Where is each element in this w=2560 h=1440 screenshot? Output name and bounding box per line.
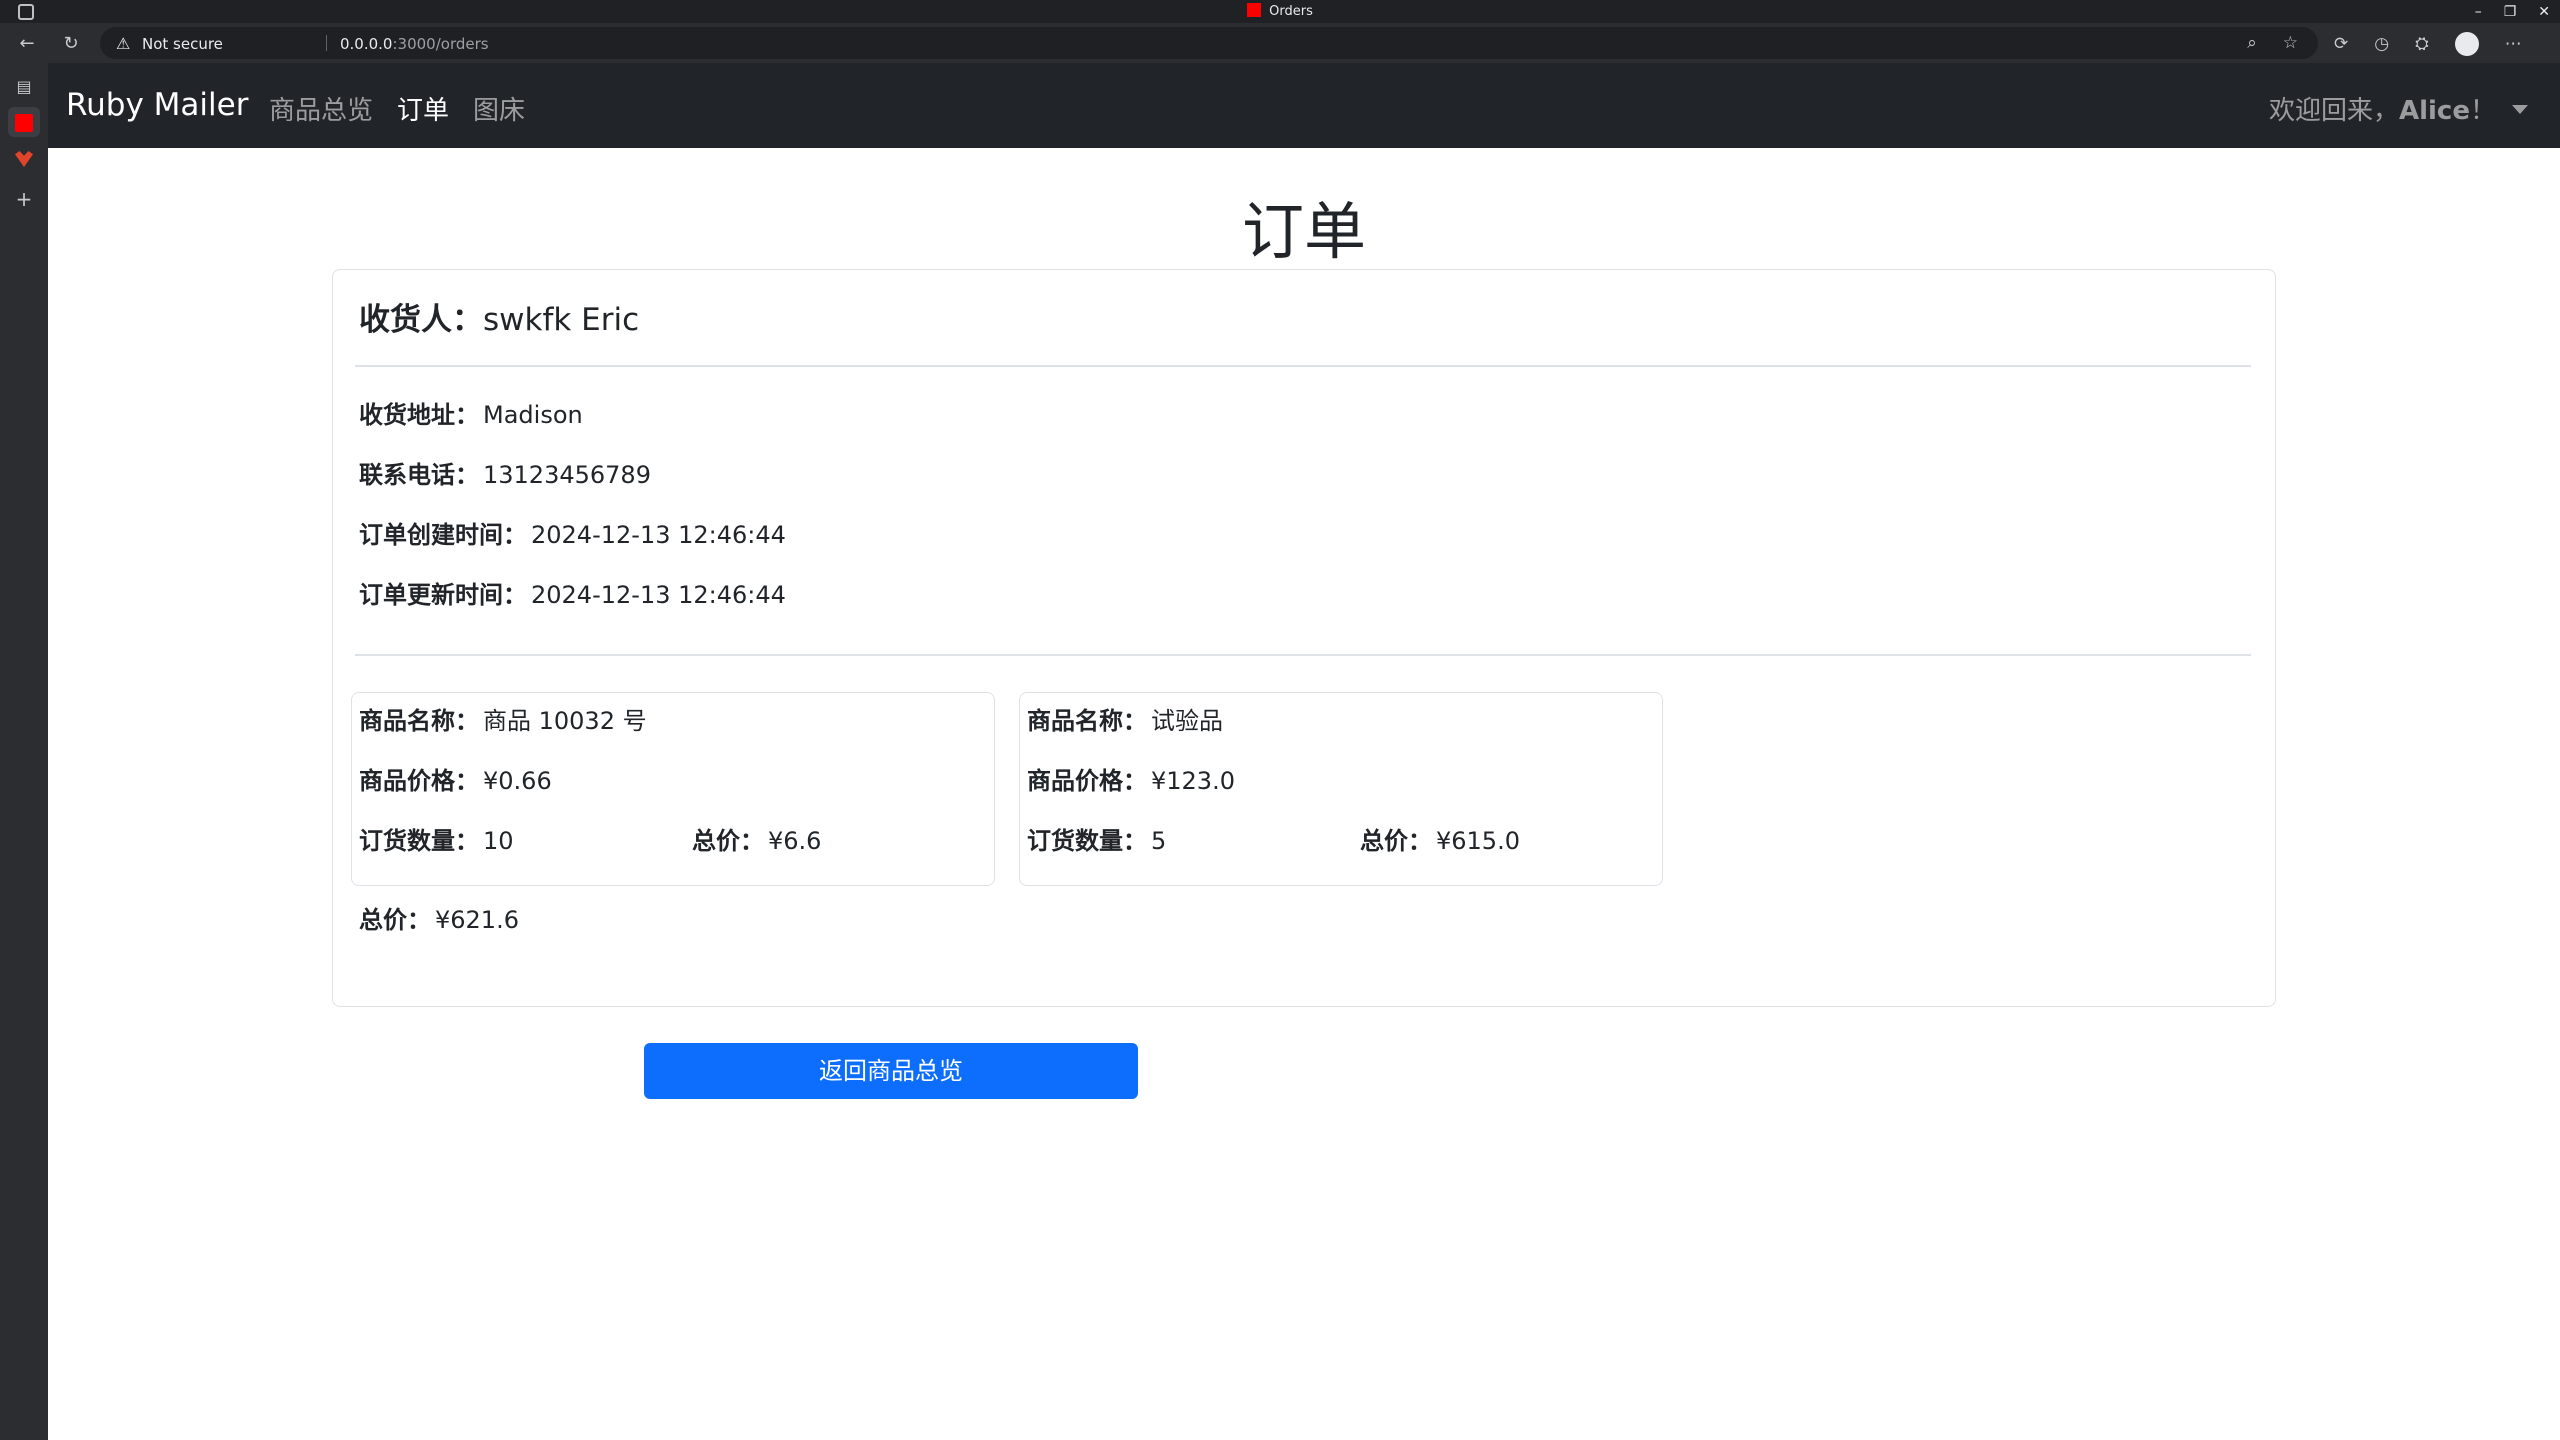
item-name-row: 商品名称： 商品 10032 号 [359, 701, 647, 736]
order-total-value: ¥621.6 [435, 906, 519, 934]
address-separator [326, 35, 327, 51]
toolbar-icons: ⟳ ◷ ⛭ ⋯ [2334, 32, 2522, 56]
browser-toolbar: ← ↻ ⚠ Not secure 0.0.0.0:3000/orders ⌕ ☆… [0, 23, 2560, 63]
item-qty-label: 订货数量： [359, 827, 479, 855]
dropdown-caret-icon [2512, 105, 2528, 114]
welcome-prefix: 欢迎回来， [2268, 96, 2399, 126]
phone-row: 联系电话： 13123456789 [359, 455, 651, 490]
tab-title-text: Orders [1269, 4, 1313, 19]
restore-icon[interactable]: ❐ [2504, 4, 2517, 20]
recipient: 收货人：swkfk Eric [359, 294, 639, 339]
updated-value: 2024-12-13 12:46:44 [531, 581, 786, 609]
order-item-card: 商品名称： 试验品 商品价格： ¥123.0 订货数量： 5 总价： ¥615.0 [1019, 692, 1663, 886]
created-value: 2024-12-13 12:46:44 [531, 521, 786, 549]
nav-links: 商品总览 订单 图床 [269, 90, 525, 127]
extension-icon[interactable]: ⟳ [2334, 34, 2348, 54]
item-price-value: ¥123.0 [1151, 767, 1235, 795]
bookmark-star-icon[interactable]: ☆ [2283, 33, 2298, 53]
item-price-label: 商品价格： [1027, 767, 1147, 795]
omnibox-icons: ⌕ ☆ [2247, 33, 2298, 53]
item-qty-row: 订货数量： 5 [1027, 821, 1166, 856]
item-name-row: 商品名称： 试验品 [1027, 701, 1223, 736]
app-navbar: Ruby Mailer 商品总览 订单 图床 欢迎回来，Alice！ [48, 63, 2560, 148]
sidebar-app-red-icon[interactable] [15, 114, 33, 132]
item-price-value: ¥0.66 [483, 767, 552, 795]
order-total-row: 总价： ¥621.6 [359, 900, 519, 935]
page-viewport: Ruby Mailer 商品总览 订单 图床 欢迎回来，Alice！ 订单 收货… [48, 63, 2560, 1440]
address-value: Madison [483, 401, 583, 429]
item-price-row: 商品价格： ¥0.66 [359, 761, 552, 796]
close-icon[interactable]: ✕ [2538, 4, 2550, 20]
welcome-suffix: ！ [2469, 96, 2496, 126]
item-name-label: 商品名称： [1027, 707, 1147, 735]
nav-link-products[interactable]: 商品总览 [269, 90, 373, 127]
warning-icon[interactable]: ⚠ [116, 34, 130, 53]
order-total-label: 总价： [359, 906, 431, 934]
item-price-row: 商品价格： ¥123.0 [1027, 761, 1235, 796]
user-menu-toggle[interactable]: 欢迎回来，Alice！ [2269, 90, 2528, 127]
security-label[interactable]: Not secure [142, 35, 223, 53]
updated-row: 订单更新时间： 2024-12-13 12:46:44 [359, 575, 786, 610]
item-subtotal-label: 总价： [692, 827, 764, 855]
address-label: 收货地址： [359, 401, 479, 429]
page-title: 订单 [1241, 195, 1366, 268]
updated-label: 订单更新时间： [359, 581, 527, 609]
nav-link-orders[interactable]: 订单 [397, 90, 449, 127]
back-to-products-button[interactable]: 返回商品总览 [644, 1043, 1138, 1099]
minimize-icon[interactable]: – [2475, 4, 2482, 20]
divider [355, 654, 2251, 656]
tab-title[interactable]: Orders [0, 3, 2560, 19]
user-name: Alice [2398, 96, 2470, 126]
item-name-label: 商品名称： [359, 707, 479, 735]
item-qty-value: 10 [483, 827, 514, 855]
window-controls: – ❐ ✕ [2475, 0, 2550, 23]
item-qty-row: 订货数量： 10 [359, 821, 514, 856]
browser-titlebar: Orders – ❐ ✕ [0, 0, 2560, 23]
reload-icon[interactable]: ↻ [60, 33, 82, 55]
tab-favicon-icon [1247, 3, 1262, 17]
recipient-value: swkfk Eric [483, 302, 640, 338]
history-icon[interactable]: ◷ [2374, 34, 2389, 54]
address-row: 收货地址： Madison [359, 395, 583, 430]
item-subtotal-row: 总价： ¥6.6 [692, 821, 821, 856]
url-path: :3000/orders [392, 35, 489, 53]
item-qty-label: 订货数量： [1027, 827, 1147, 855]
back-arrow-icon[interactable]: ← [16, 33, 38, 55]
item-name-value: 试验品 [1151, 707, 1223, 735]
item-price-label: 商品价格： [359, 767, 479, 795]
nav-link-image-host[interactable]: 图床 [473, 90, 525, 127]
sidebar-add-icon[interactable]: + [14, 189, 34, 209]
profile-avatar-icon[interactable] [2454, 32, 2479, 56]
url-text[interactable]: 0.0.0.0:3000/orders [340, 35, 489, 53]
address-bar[interactable]: ⚠ Not secure 0.0.0.0:3000/orders ⌕ ☆ [100, 27, 2318, 59]
divider [355, 365, 2251, 367]
sidebar-panel-icon[interactable]: ▤ [14, 77, 34, 97]
recipient-label: 收货人： [359, 302, 483, 338]
item-qty-value: 5 [1151, 827, 1167, 855]
created-label: 订单创建时间： [359, 521, 527, 549]
menu-dots-icon[interactable]: ⋯ [2505, 34, 2522, 54]
phone-value: 13123456789 [483, 461, 651, 489]
item-subtotal-value: ¥615.0 [1436, 827, 1520, 855]
item-subtotal-value: ¥6.6 [768, 827, 822, 855]
sidebar-gitlab-icon[interactable] [15, 151, 33, 167]
item-subtotal-row: 总价： ¥615.0 [1360, 821, 1520, 856]
order-card: 收货人：swkfk Eric 收货地址： Madison 联系电话： 1312345… [332, 269, 2276, 1007]
phone-label: 联系电话： [359, 461, 479, 489]
vpn-icon[interactable]: ⛭ [2415, 34, 2429, 54]
order-item-card: 商品名称： 商品 10032 号 商品价格： ¥0.66 订货数量： 10 总价： ¥6… [351, 692, 995, 886]
item-name-value: 商品 10032 号 [483, 707, 647, 735]
brand-link[interactable]: Ruby Mailer [66, 87, 248, 123]
created-row: 订单创建时间： 2024-12-13 12:46:44 [359, 515, 786, 550]
zoom-icon[interactable]: ⌕ [2247, 33, 2257, 53]
url-host: 0.0.0.0 [340, 35, 393, 53]
item-subtotal-label: 总价： [1360, 827, 1432, 855]
browser-sidebar: ▤ + [0, 63, 48, 1440]
